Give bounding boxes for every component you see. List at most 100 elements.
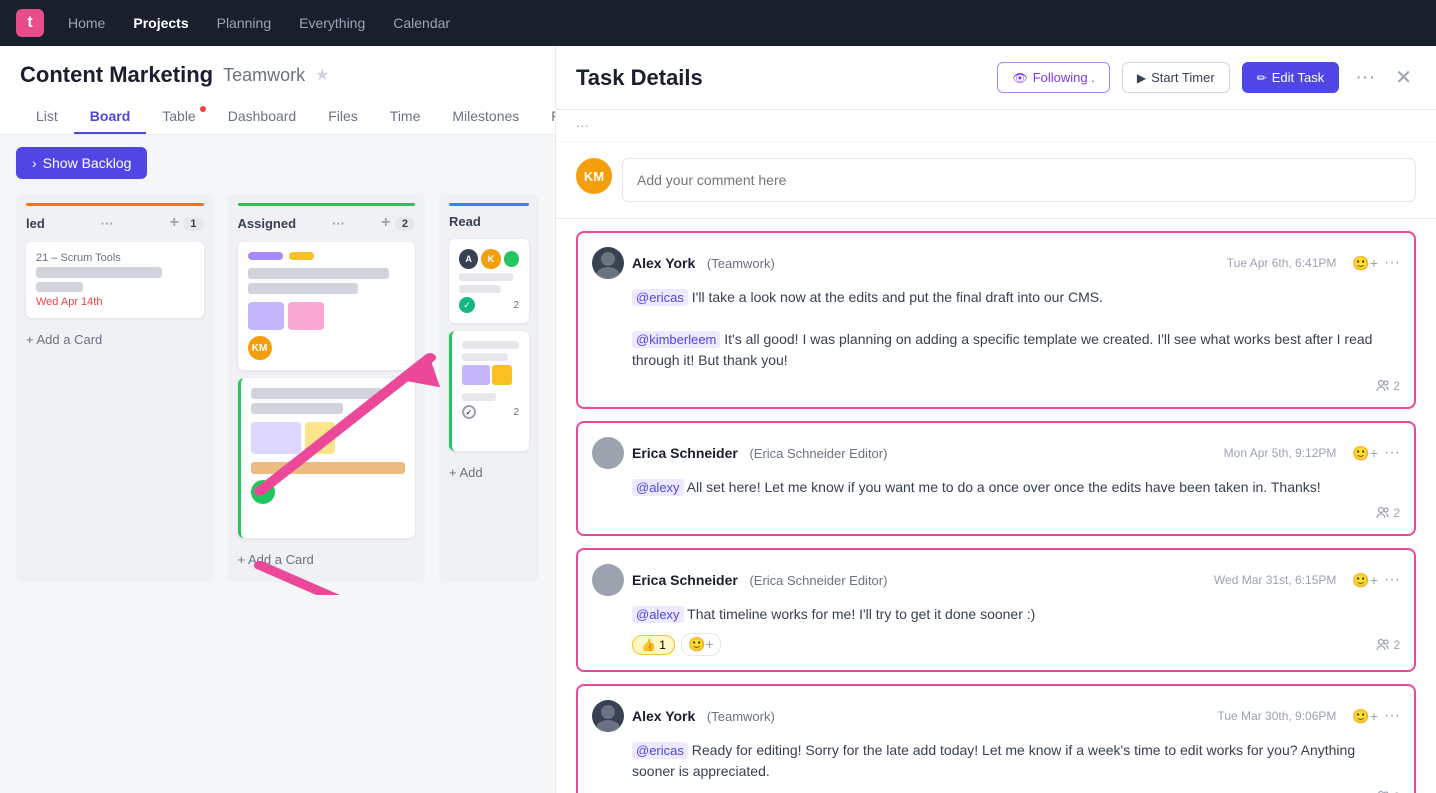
card-title-blur-2 xyxy=(36,282,83,292)
card-blur-a2 xyxy=(248,283,358,294)
task-secondary-row: ··· xyxy=(556,110,1436,142)
project-subtitle: Teamwork xyxy=(223,65,305,86)
comment-1-actions: 🙂+ ··· xyxy=(1352,254,1400,272)
card-project-label: 21 – Scrum Tools xyxy=(36,252,194,264)
following-button[interactable]: 👁 Following . xyxy=(997,62,1109,93)
tab-dashboard[interactable]: Dashboard xyxy=(212,100,313,134)
col-top-bar-led xyxy=(26,203,204,206)
comment-1-followers: 2 xyxy=(1376,379,1400,393)
card-title-blur-1 xyxy=(36,267,162,278)
comment-2: Erica Schneider (Erica Schneider Editor)… xyxy=(576,421,1416,536)
comment-4: Alex York (Teamwork) Tue Mar 30th, 9:06P… xyxy=(576,684,1416,793)
comment-3-author: Erica Schneider xyxy=(632,572,738,588)
comment-1-footer: 2 xyxy=(632,379,1400,393)
comment-3-more[interactable]: ··· xyxy=(1384,571,1400,589)
nav-item-home[interactable]: Home xyxy=(56,9,117,37)
comment-1-more[interactable]: ··· xyxy=(1384,254,1400,272)
board-columns: led ··· + 1 21 – Scrum Tools Wed Apr 14t… xyxy=(16,193,539,583)
comment-3-footer: 👍 1 🙂+ 2 xyxy=(632,633,1400,656)
comment-1-body: @ericas I'll take a look now at the edit… xyxy=(632,287,1400,371)
board-area: › Show Backlog led ··· + 1 21 – Scrum To… xyxy=(0,135,555,595)
emoji-react-4[interactable]: 🙂+ xyxy=(1352,708,1378,725)
comment-2-time: Mon Apr 5th, 9:12PM xyxy=(1224,446,1337,460)
comments-section: Alex York (Teamwork) Tue Apr 6th, 6:41PM… xyxy=(556,231,1436,793)
add-card-button-assigned[interactable]: + Add a Card xyxy=(238,546,416,573)
emoji-react-2[interactable]: 🙂+ xyxy=(1352,445,1378,462)
app-logo[interactable]: t xyxy=(16,9,44,37)
col-add-led[interactable]: + 1 xyxy=(170,214,204,232)
play-icon: ▶ xyxy=(1137,71,1146,85)
tab-files[interactable]: Files xyxy=(312,100,374,134)
tab-list[interactable]: List xyxy=(20,100,74,134)
comment-3-followers: 2 xyxy=(1376,638,1400,652)
comment-1-header: Alex York (Teamwork) Tue Apr 6th, 6:41PM… xyxy=(592,247,1400,279)
avatar-orange: K xyxy=(481,249,500,269)
board-card-read-2[interactable]: ✓ 2 xyxy=(449,331,529,451)
task-details-title: Task Details xyxy=(576,65,985,91)
nav-item-projects[interactable]: Projects xyxy=(121,9,200,37)
board-column-read: Read A K ✓ 2 xyxy=(439,193,539,583)
task-more-button[interactable]: ··· xyxy=(1351,66,1379,89)
emoji-react-1[interactable]: 🙂+ xyxy=(1352,255,1378,272)
board-card-assigned-2[interactable]: ✓ xyxy=(238,378,416,538)
comment-2-footer: 2 xyxy=(632,506,1400,520)
tab-fo[interactable]: Fo... xyxy=(535,100,555,134)
comment-4-time: Tue Mar 30th, 9:06PM xyxy=(1217,709,1336,723)
board-column-led: led ··· + 1 21 – Scrum Tools Wed Apr 14t… xyxy=(16,193,214,583)
avatar-km-small: KM xyxy=(248,336,272,360)
nav-item-calendar[interactable]: Calendar xyxy=(381,9,462,37)
comment-1-time: Tue Apr 6th, 6:41PM xyxy=(1227,256,1337,270)
tab-milestones[interactable]: Milestones xyxy=(436,100,535,134)
col-add-assigned[interactable]: + 2 xyxy=(381,214,415,232)
emoji-react-3[interactable]: 🙂+ xyxy=(1352,572,1378,589)
board-card[interactable]: 21 – Scrum Tools Wed Apr 14th xyxy=(26,242,204,318)
mention-alexy-3: @alexy xyxy=(632,606,684,623)
add-card-button-led[interactable]: + Add a Card xyxy=(26,326,204,353)
comment-4-header: Alex York (Teamwork) Tue Mar 30th, 9:06P… xyxy=(592,700,1400,732)
avatar-alex-1 xyxy=(592,247,624,279)
tab-board[interactable]: Board xyxy=(74,100,146,134)
nav-item-planning[interactable]: Planning xyxy=(205,9,284,37)
start-timer-button[interactable]: ▶ Start Timer xyxy=(1122,62,1230,93)
comment-4-body: @ericas Ready for editing! Sorry for the… xyxy=(632,740,1400,782)
secondary-dots: ··· xyxy=(576,118,589,133)
col-more-led[interactable]: ··· xyxy=(101,216,114,231)
comment-4-author: Alex York xyxy=(632,708,695,724)
comment-1-org: (Teamwork) xyxy=(703,256,775,271)
col-name-led: led xyxy=(26,216,45,231)
edit-task-button[interactable]: ✏ Edit Task xyxy=(1242,62,1340,93)
board-card-read-1[interactable]: A K ✓ 2 xyxy=(449,239,529,323)
comment-4-more[interactable]: ··· xyxy=(1384,707,1400,725)
comment-3-time: Wed Mar 31st, 6:15PM xyxy=(1214,573,1337,587)
avatar-dark: A xyxy=(459,249,478,269)
col-more-assigned[interactable]: ··· xyxy=(332,216,345,231)
add-card-button-read[interactable]: + Add xyxy=(449,459,529,486)
board-card-assigned-1[interactable]: KM xyxy=(238,242,416,370)
comment-input-row: KM xyxy=(556,142,1436,219)
comment-2-more[interactable]: ··· xyxy=(1384,444,1400,462)
chevron-right-icon: › xyxy=(32,155,37,171)
comment-3-org: (Erica Schneider Editor) xyxy=(746,573,888,588)
card-blur-b1 xyxy=(251,388,382,399)
tab-time[interactable]: Time xyxy=(374,100,437,134)
comment-2-body: @alexy All set here! Let me know if you … xyxy=(632,477,1400,498)
comment-2-actions: 🙂+ ··· xyxy=(1352,444,1400,462)
task-details-header: Task Details 👁 Following . ▶ Start Timer… xyxy=(556,46,1436,110)
board-column-assigned: Assigned ··· + 2 xyxy=(228,193,426,583)
tab-table[interactable]: Table xyxy=(146,100,211,134)
task-close-button[interactable]: ✕ xyxy=(1391,65,1416,90)
card-blur-b2 xyxy=(251,403,344,414)
avatar-erica-2 xyxy=(592,564,624,596)
nav-item-everything[interactable]: Everything xyxy=(287,9,377,37)
col-header-assigned: Assigned ··· + 2 xyxy=(238,214,416,232)
avatar-green-small: ✓ xyxy=(251,480,275,504)
comment-4-org: (Teamwork) xyxy=(703,709,775,724)
thumbsup-reaction[interactable]: 👍 1 xyxy=(632,635,675,655)
comment-2-followers: 2 xyxy=(1376,506,1400,520)
comment-2-author: Erica Schneider xyxy=(632,445,738,461)
add-reaction-3[interactable]: 🙂+ xyxy=(681,633,721,656)
star-icon[interactable]: ★ xyxy=(315,65,329,85)
comment-input[interactable] xyxy=(622,158,1416,202)
comment-4-actions: 🙂+ ··· xyxy=(1352,707,1400,725)
show-backlog-button[interactable]: › Show Backlog xyxy=(16,147,147,179)
